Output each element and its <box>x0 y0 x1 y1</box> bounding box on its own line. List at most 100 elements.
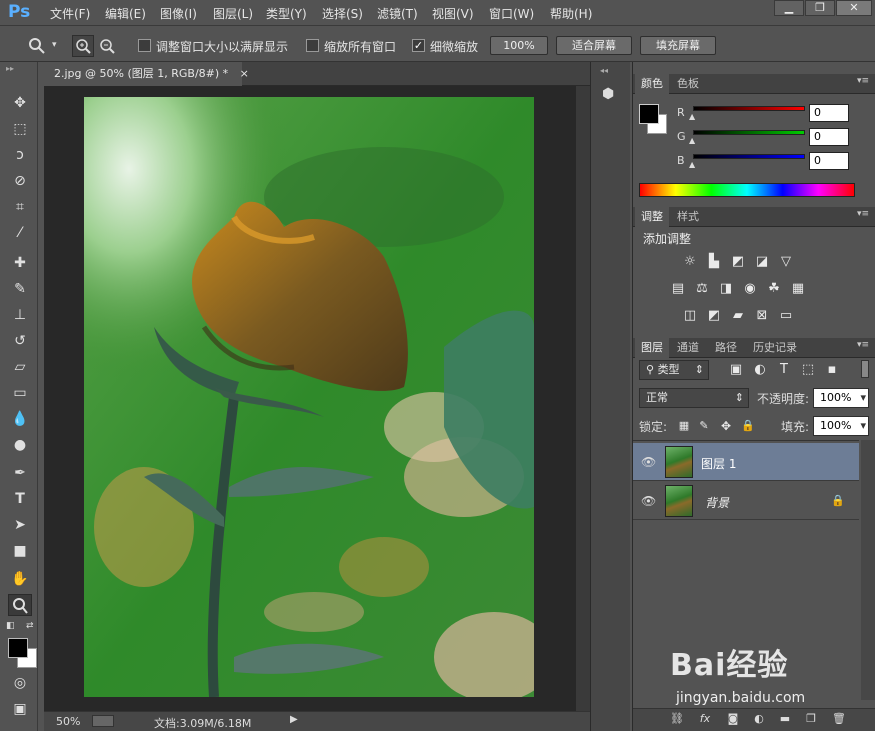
color-panel-menu-icon[interactable]: ▾≡ <box>857 76 869 86</box>
zoom-all-checkbox[interactable] <box>306 39 319 52</box>
default-colors-icon[interactable]: ◧ <box>6 621 15 631</box>
zoom-in-icon[interactable] <box>72 35 94 57</box>
tab-history[interactable]: 历史记录 <box>747 338 803 358</box>
menu-file[interactable]: 文件(F) <box>50 5 90 22</box>
history-brush-tool-icon[interactable]: ↺ <box>8 330 32 352</box>
visibility-eye-icon[interactable]: 👁 <box>641 455 656 469</box>
toolbar-collapse-icon[interactable]: ▸▸ <box>6 64 14 73</box>
fill-screen-button[interactable]: 填充屏幕 <box>640 36 716 55</box>
filter-shape-icon[interactable]: ⬚ <box>799 362 817 378</box>
opacity-input[interactable]: 100% ▾ <box>813 388 869 408</box>
visibility-eye-icon[interactable]: 👁 <box>641 494 656 508</box>
layer-filter-dropdown[interactable]: ⚲ 类型 ⇕ <box>639 360 709 380</box>
blur-tool-icon[interactable]: 💧 <box>8 408 32 430</box>
layer-row[interactable]: 👁 背景 🔒 <box>633 482 859 520</box>
stamp-tool-icon[interactable]: ⊥ <box>8 304 32 326</box>
eyedropper-tool-icon[interactable]: ⁄ <box>8 222 32 244</box>
filter-type-icon[interactable]: T <box>775 362 793 378</box>
minimize-button[interactable]: ▁ <box>774 0 804 16</box>
type-tool-icon[interactable]: T <box>8 488 32 510</box>
menu-edit[interactable]: 编辑(E) <box>105 5 146 22</box>
menu-image[interactable]: 图像(I) <box>160 5 197 22</box>
brightness-icon[interactable]: ☼ <box>681 254 699 270</box>
adjust-panel-menu-icon[interactable]: ▾≡ <box>857 209 869 219</box>
brush-tool-icon[interactable]: ✎ <box>8 278 32 300</box>
channel-b-slider[interactable] <box>693 154 805 159</box>
screen-mode-icon[interactable]: ▣ <box>8 698 32 720</box>
quick-mask-icon[interactable]: ◎ <box>8 672 32 694</box>
threshold-icon[interactable]: ▰ <box>729 308 747 324</box>
tab-adjustments[interactable]: 调整 <box>635 207 669 227</box>
fit-screen-button[interactable]: 适合屏幕 <box>556 36 632 55</box>
layer-name[interactable]: 图层 1 <box>701 455 736 472</box>
levels-icon[interactable]: ▙ <box>705 254 723 270</box>
mixer-icon[interactable]: ☘ <box>765 281 783 297</box>
bw-icon[interactable]: ◨ <box>717 281 735 297</box>
tab-swatches[interactable]: 色板 <box>671 74 705 94</box>
tab-channels[interactable]: 通道 <box>671 338 705 358</box>
opacity-arrow-icon[interactable]: ▾ <box>860 389 866 407</box>
blend-mode-dropdown[interactable]: 正常 ⇕ <box>639 388 749 408</box>
foreground-color-swatch[interactable] <box>8 638 28 658</box>
channel-b-input[interactable]: 0 <box>809 152 849 170</box>
restore-button[interactable]: ❐ <box>805 0 835 16</box>
lock-all-icon[interactable]: 🔒 <box>739 418 757 434</box>
filter-adjust-icon[interactable]: ◐ <box>751 362 769 378</box>
close-button[interactable]: ✕ <box>836 0 872 16</box>
filter-toggle-switch[interactable] <box>861 360 869 378</box>
vibrance-icon[interactable]: ▽ <box>777 254 795 270</box>
menu-filter[interactable]: 滤镜(T) <box>377 5 418 22</box>
invert-icon[interactable]: ◫ <box>681 308 699 324</box>
status-menu-arrow-icon[interactable]: ▶ <box>290 714 298 725</box>
marquee-tool-icon[interactable]: ⬚ <box>8 118 32 140</box>
status-preview-icon[interactable] <box>92 715 114 727</box>
close-tab-icon[interactable]: × <box>240 67 249 80</box>
channel-g-slider[interactable] <box>693 130 805 135</box>
image-canvas[interactable] <box>84 97 534 697</box>
path-select-tool-icon[interactable]: ➤ <box>8 514 32 536</box>
layer-name[interactable]: 背景 <box>705 494 729 511</box>
tab-layers[interactable]: 图层 <box>635 338 669 358</box>
shape-tool-icon[interactable]: ■ <box>8 540 32 562</box>
status-zoom[interactable]: 50% <box>56 715 80 728</box>
move-tool-icon[interactable]: ✥ <box>8 92 32 114</box>
color-fg-swatch[interactable] <box>639 104 659 124</box>
quick-select-tool-icon[interactable]: ⊘ <box>8 170 32 192</box>
layers-panel-menu-icon[interactable]: ▾≡ <box>857 340 869 350</box>
crop-tool-icon[interactable]: ⌗ <box>8 196 32 218</box>
pen-tool-icon[interactable]: ✒ <box>8 462 32 484</box>
color-spectrum-ramp[interactable] <box>639 183 855 197</box>
zoom-out-icon[interactable] <box>98 36 118 56</box>
tab-paths[interactable]: 路径 <box>709 338 743 358</box>
zoom-tool-preset-icon[interactable] <box>27 36 47 56</box>
filter-smart-icon[interactable]: ▪ <box>823 362 841 378</box>
lasso-tool-icon[interactable]: ↄ <box>8 144 32 166</box>
menu-help[interactable]: 帮助(H) <box>550 5 592 22</box>
zoom-tool-icon[interactable] <box>8 594 32 616</box>
channel-b-thumb-icon[interactable]: ▲ <box>689 160 695 169</box>
swap-colors-icon[interactable]: ⇄ <box>26 621 34 631</box>
lock-position-icon[interactable]: ✥ <box>717 418 735 434</box>
channel-r-input[interactable]: 0 <box>809 104 849 122</box>
vertical-scrollbar[interactable] <box>576 86 590 711</box>
fill-input[interactable]: 100% ▾ <box>813 416 869 436</box>
fill-arrow-icon[interactable]: ▾ <box>860 417 866 435</box>
menu-type[interactable]: 类型(Y) <box>266 5 307 22</box>
document-tab[interactable]: 2.jpg @ 50% (图层 1, RGB/8#) * × <box>44 62 249 86</box>
lookup-icon[interactable]: ▦ <box>789 281 807 297</box>
tab-styles[interactable]: 样式 <box>671 207 705 227</box>
menu-window[interactable]: 窗口(W) <box>489 5 534 22</box>
channel-g-input[interactable]: 0 <box>809 128 849 146</box>
lock-pixels-icon[interactable]: ✎ <box>695 418 713 434</box>
gradientmap-icon[interactable]: ▭ <box>777 308 795 324</box>
channel-g-thumb-icon[interactable]: ▲ <box>689 136 695 145</box>
resize-windows-checkbox[interactable] <box>138 39 151 52</box>
lock-transparent-icon[interactable]: ▦ <box>675 418 693 434</box>
3d-panel-icon[interactable]: ⬢ <box>602 86 620 104</box>
strip-collapse-icon[interactable]: ◂◂ <box>600 66 608 75</box>
healing-brush-tool-icon[interactable]: ✚ <box>8 252 32 274</box>
selectivecolor-icon[interactable]: ⊠ <box>753 308 771 324</box>
channel-r-slider[interactable] <box>693 106 805 111</box>
menu-view[interactable]: 视图(V) <box>432 5 474 22</box>
balance-icon[interactable]: ⚖ <box>693 281 711 297</box>
